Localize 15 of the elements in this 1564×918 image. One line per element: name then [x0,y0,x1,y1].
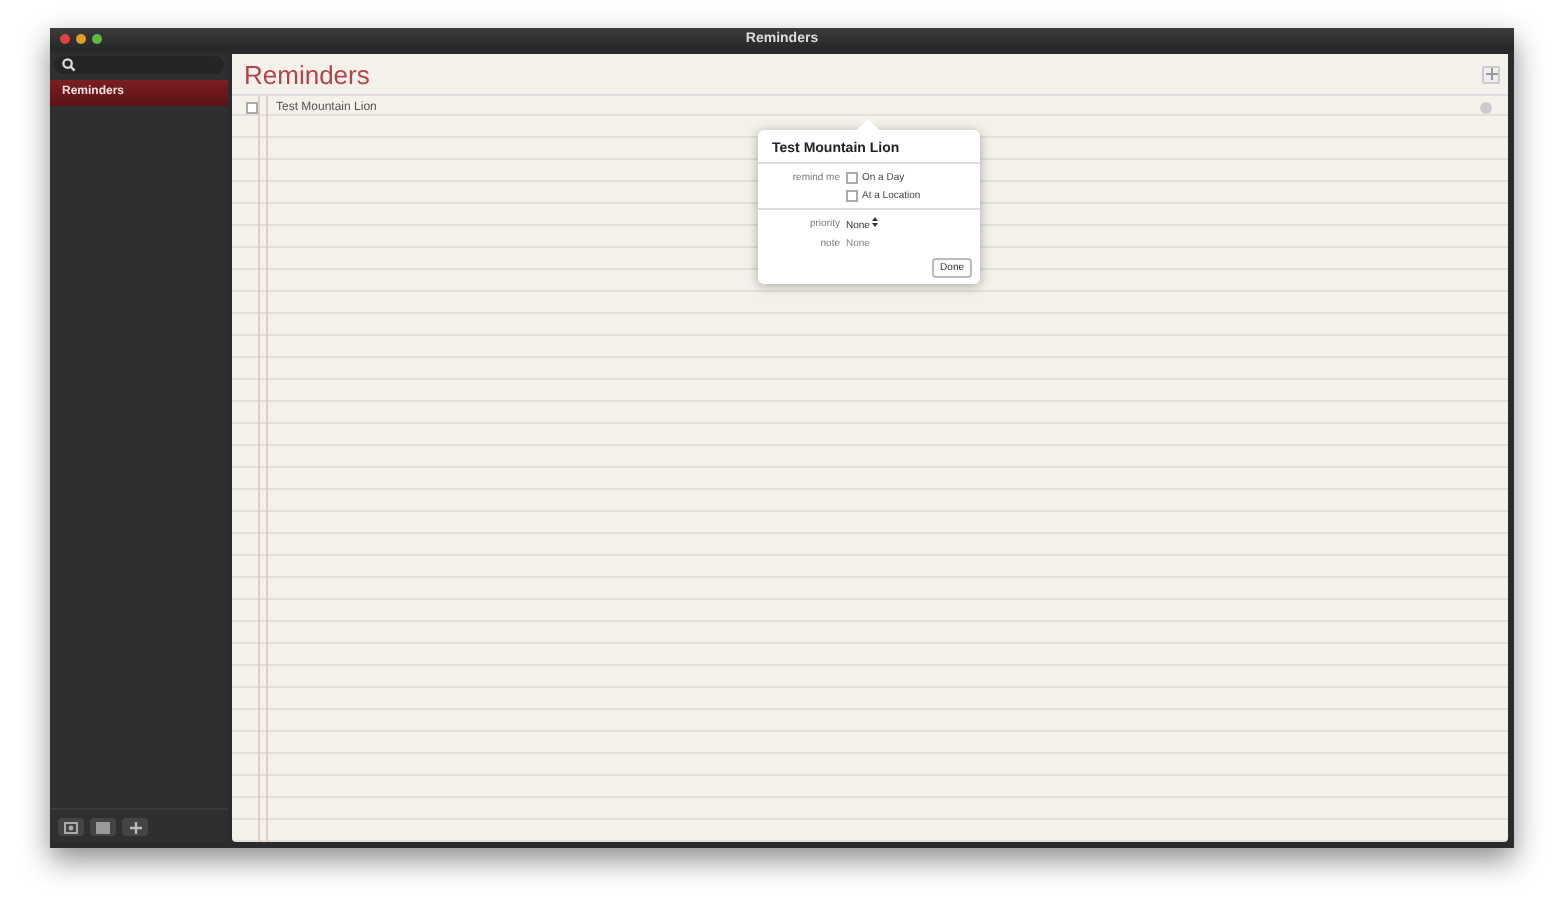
add-list-button[interactable] [122,818,148,836]
minimize-icon[interactable] [76,34,86,44]
checkbox[interactable] [246,101,258,113]
search-icon [62,58,76,72]
plus-icon [1485,68,1497,80]
calendar-button[interactable] [58,818,84,836]
list-title: Reminders [244,59,370,89]
show-calendar-button[interactable] [90,818,116,836]
stepper-icon [872,216,879,228]
calendar-icon [96,821,110,833]
zoom-icon[interactable] [92,34,102,44]
search-field[interactable] [54,56,224,74]
camera-icon [64,821,78,833]
close-icon[interactable] [60,34,70,44]
plus-icon [129,821,141,833]
